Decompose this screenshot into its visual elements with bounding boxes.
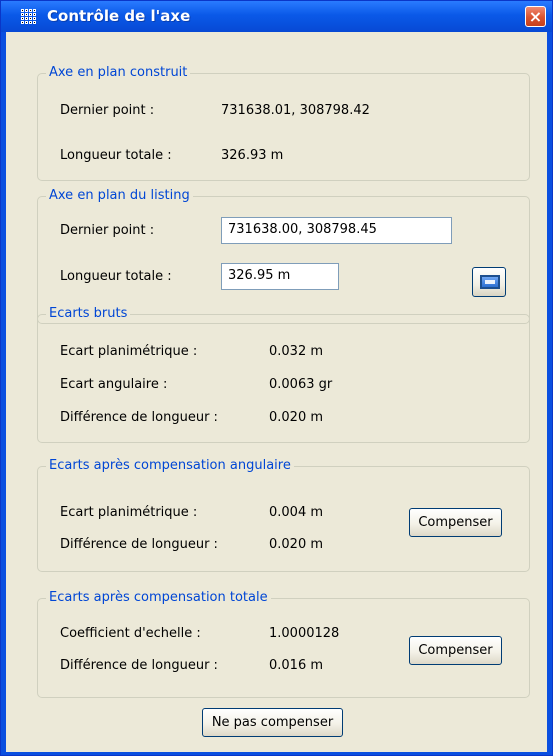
angular-compensate-button[interactable]: Compenser — [409, 508, 502, 537]
scale-factor-value: 1.0000128 — [269, 626, 340, 641]
angular-length-diff-label: Différence de longueur : — [60, 537, 218, 552]
raw-deviations-title: Ecarts bruts — [46, 306, 131, 321]
calculator-button[interactable] — [472, 267, 506, 297]
listing-total-length-label: Longueur totale : — [60, 269, 172, 284]
listing-last-point-label: Dernier point : — [60, 223, 155, 238]
total-length-diff-value: 0.016 m — [269, 658, 324, 673]
calculator-icon — [480, 275, 500, 289]
built-axis-title: Axe en plan construit — [46, 65, 191, 80]
listing-total-length-field[interactable]: 326.95 m — [221, 263, 339, 290]
raw-angular-label: Ecart angulaire : — [60, 377, 168, 392]
scale-factor-label: Coefficient d'echelle : — [60, 626, 201, 641]
dialog-content: Axe en plan construit Dernier point : 73… — [6, 32, 547, 752]
raw-deviations-group: Ecarts bruts Ecart planimétrique : 0.032… — [37, 306, 530, 443]
total-length-diff-label: Différence de longueur : — [60, 658, 218, 673]
window-title: Contrôle de l'axe — [47, 7, 191, 25]
raw-angular-value: 0.0063 gr — [269, 377, 333, 392]
grid-icon — [21, 9, 37, 25]
built-total-length-label: Longueur totale : — [60, 148, 172, 163]
angular-compensation-group: Ecarts après compensation angulaire Ecar… — [37, 458, 530, 572]
close-button[interactable]: × — [525, 6, 546, 27]
built-last-point-value: 731638.01, 308798.42 — [221, 103, 370, 118]
dialog-window: Contrôle de l'axe × Axe en plan construi… — [0, 0, 553, 756]
built-total-length-value: 326.93 m — [221, 148, 284, 163]
total-compensation-group: Ecarts après compensation totale Coeffic… — [37, 590, 530, 698]
built-last-point-label: Dernier point : — [60, 103, 155, 118]
raw-planimetric-value: 0.032 m — [269, 344, 324, 359]
listing-last-point-field[interactable]: 731638.00, 308798.45 — [221, 217, 452, 244]
listing-axis-title: Axe en plan du listing — [46, 188, 193, 203]
total-compensate-button[interactable]: Compenser — [409, 636, 502, 665]
angular-compensation-title: Ecarts après compensation angulaire — [46, 458, 294, 473]
angular-planimetric-value: 0.004 m — [269, 505, 324, 520]
raw-length-diff-label: Différence de longueur : — [60, 410, 218, 425]
raw-planimetric-label: Ecart planimétrique : — [60, 344, 198, 359]
raw-length-diff-value: 0.020 m — [269, 410, 324, 425]
angular-length-diff-value: 0.020 m — [269, 537, 324, 552]
total-compensation-title: Ecarts après compensation totale — [46, 590, 271, 605]
listing-axis-group: Axe en plan du listing Dernier point : 7… — [37, 188, 530, 324]
title-bar[interactable]: Contrôle de l'axe × — [1, 1, 552, 32]
angular-planimetric-label: Ecart planimétrique : — [60, 505, 198, 520]
built-axis-group: Axe en plan construit Dernier point : 73… — [37, 65, 530, 181]
no-compensation-button[interactable]: Ne pas compenser — [202, 708, 343, 737]
